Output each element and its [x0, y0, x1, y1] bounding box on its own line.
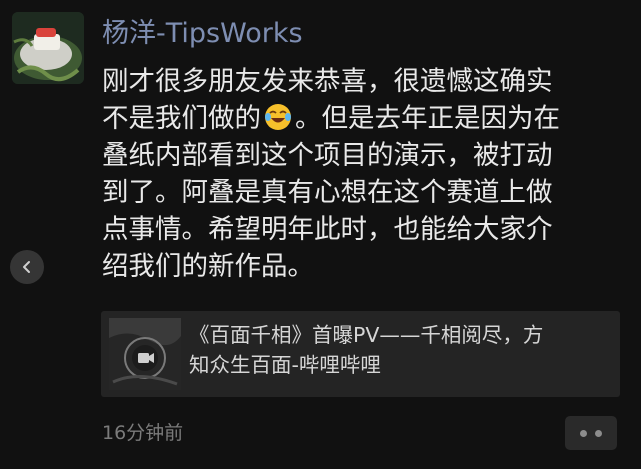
post-line-text: 不是我们做的	[102, 103, 261, 134]
more-dots-icon	[580, 429, 587, 437]
laugh-cry-emoji-icon	[265, 104, 291, 130]
link-title: 《百面千相》首曝PV——千相阅尽，方 知众生百面-哔哩哔哩	[189, 320, 614, 380]
link-title-line: 知众生百面-哔哩哔哩	[189, 353, 381, 377]
post-line-text: 。但是去年正是因为在	[295, 103, 560, 134]
post-line: 到了。阿叠是真有心想在这个赛道上做	[102, 177, 553, 208]
food-plate-avatar-icon	[12, 12, 84, 84]
author-name[interactable]: 杨洋-TipsWorks	[102, 15, 303, 53]
post-line: 绍我们的新作品。	[102, 251, 314, 282]
post-timestamp: 16分钟前	[102, 422, 184, 444]
post-line: 叠纸内部看到这个项目的演示，被打动	[102, 140, 553, 171]
avatar[interactable]	[12, 12, 84, 84]
post-line: 不是我们做的 。但是去年正是因为在	[102, 100, 630, 137]
shared-link-card[interactable]: 《百面千相》首曝PV——千相阅尽，方 知众生百面-哔哩哔哩	[101, 311, 620, 397]
post-body: 刚才很多朋友发来恭喜，很遗憾这确实 不是我们做的 。但是去年正是因为在 叠纸内部…	[102, 63, 630, 285]
more-dots-icon	[595, 429, 602, 437]
post-line: 点事情。希望明年此时，也能给大家介	[102, 214, 553, 245]
back-button[interactable]	[10, 250, 44, 284]
more-dots-button[interactable]	[565, 416, 617, 450]
link-title-line: 《百面千相》首曝PV——千相阅尽，方	[189, 323, 544, 347]
chevron-left-icon	[23, 261, 30, 273]
post-line: 刚才很多朋友发来恭喜，很遗憾这确实	[102, 66, 553, 97]
link-thumbnail	[109, 318, 181, 390]
video-play-icon	[109, 318, 181, 390]
